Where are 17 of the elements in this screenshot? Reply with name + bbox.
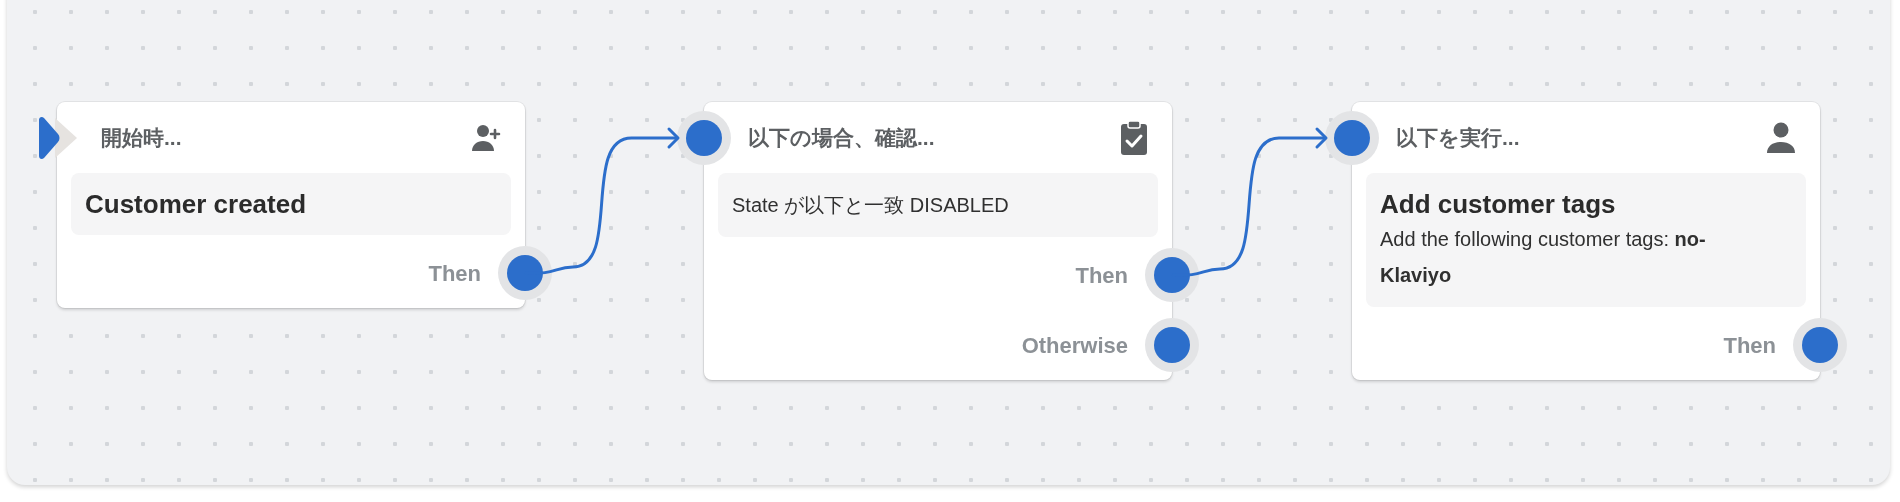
node-card[interactable]: 開始時... Customer created Then [57,102,525,308]
node-card[interactable]: 以下を実行... Add customer tags Add the following customer tags: no-Klaviyo Then [1352,102,1820,380]
node-card[interactable]: 以下の場合、確認... State が以下と一致 DISABLED Then Otherwise [704,102,1172,380]
node-title: 以下を実行... [1396,124,1520,151]
content-text: State が以下と一致 DISABLED [732,193,1010,218]
content-heading: Add customer tags [1380,188,1617,221]
output-label: Then [1075,261,1128,290]
node-title: 以下の場合、確認... [748,124,935,151]
content-text: Add the following customer tags: no-Klaviyo [1380,227,1707,288]
clipboard-check-icon [1120,119,1148,156]
user-plus-icon [471,123,501,152]
node-title: 開始時... [101,124,182,151]
output-label: Then [428,259,481,288]
user-icon [1766,121,1796,154]
output-label: Then [1723,331,1776,360]
content-heading: Customer created [85,188,308,221]
output-label: Otherwise [1021,331,1128,360]
